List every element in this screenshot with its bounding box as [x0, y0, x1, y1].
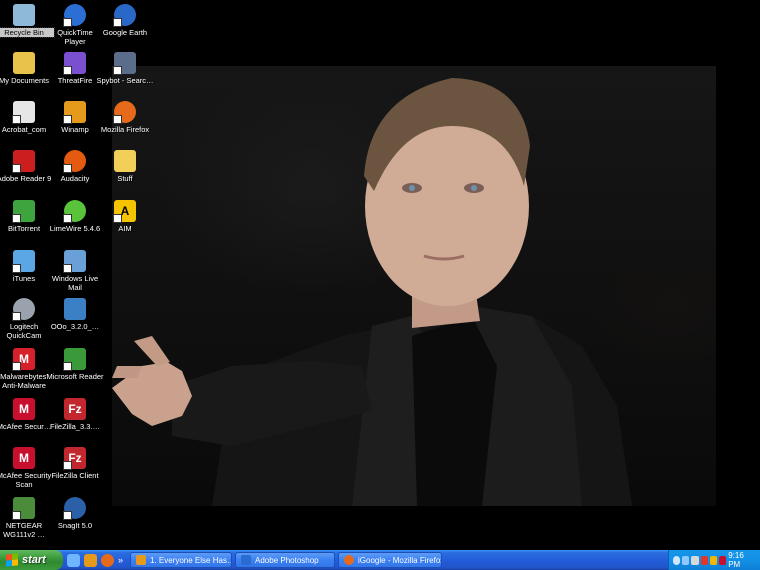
malwarebytes-icon: M: [12, 348, 35, 371]
desktop-icon-snagit[interactable]: SnagIt 5.0: [45, 497, 105, 530]
webcam-icon: [12, 298, 35, 321]
mcafee-icon: M: [13, 398, 35, 420]
audacity-icon: [63, 150, 86, 173]
desktop-icon-label: Stuff: [117, 174, 133, 183]
desktop-icon-label: Mozilla Firefox: [100, 125, 150, 134]
taskbar: start » 1. Everyone Else Has… Adobe Phot…: [0, 550, 760, 570]
taskbar-item-label: Adobe Photoshop: [255, 555, 319, 565]
desktop-icon-stuff-folder[interactable]: Stuff: [95, 150, 155, 183]
quick-launch-more-button[interactable]: »: [118, 555, 123, 565]
start-label: start: [22, 554, 46, 566]
winamp-icon[interactable]: [84, 553, 97, 567]
spybot-icon: [113, 52, 136, 75]
firefox-icon[interactable]: [101, 553, 114, 567]
desktop-icon-filezilla-installer[interactable]: Fz FileZilla_3.3.…: [45, 398, 105, 431]
desktop-icon-label: Windows Live Mail: [51, 274, 99, 292]
snagit-icon: [63, 497, 86, 520]
desktop-icon-google-earth[interactable]: Google Earth: [95, 4, 155, 37]
desktop-icon-label: AIM: [118, 224, 132, 233]
recycle-bin-icon: [13, 4, 35, 26]
mcafee-tray-icon[interactable]: [719, 555, 727, 565]
security-icon[interactable]: [700, 555, 708, 565]
acrobat-com-icon: [12, 101, 35, 124]
bittorrent-icon: [12, 200, 35, 223]
clock[interactable]: 9:16 PM: [728, 551, 752, 569]
desktop-icon-ooo-installer[interactable]: OOo_3.2.0_…: [45, 298, 105, 331]
desktop-icon-aim[interactable]: A AIM: [95, 200, 155, 233]
filezilla-installer-icon: Fz: [64, 398, 86, 420]
microsoft-reader-icon: [63, 348, 86, 371]
netgear-wireless-icon: [12, 497, 35, 520]
desktop-icon-mozilla-firefox[interactable]: Mozilla Firefox: [95, 101, 155, 134]
windows-flag-icon: [6, 553, 18, 567]
quick-launch-bar: »: [63, 550, 127, 570]
quicktime-icon: [63, 4, 86, 27]
wallpaper-figure: [112, 78, 632, 506]
start-button[interactable]: start: [0, 550, 63, 570]
taskbar-item-label: 1. Everyone Else Has…: [150, 555, 233, 565]
photoshop-icon: [241, 555, 252, 565]
limewire-icon: [63, 200, 86, 223]
desktop-icon-label: FileZilla Client: [51, 471, 99, 480]
desktop-icon-label: Google Earth: [102, 28, 148, 37]
desktop-icon-label: Microsoft Reader: [46, 372, 104, 381]
threatfire-icon: [63, 52, 86, 75]
expand-tray-icon[interactable]: [673, 555, 681, 565]
winamp-icon: [136, 555, 147, 565]
aim-icon: A: [113, 200, 136, 223]
adobe-reader-icon: [12, 150, 35, 173]
desktop-icon-filezilla-client[interactable]: Fz FileZilla Client: [45, 447, 105, 480]
taskbar-item-photoshop[interactable]: Adobe Photoshop: [235, 552, 336, 568]
updates-icon[interactable]: [709, 555, 718, 565]
desktop-icon-label: Spybot - Searc…: [96, 76, 154, 85]
taskbar-item-label: iGoogle - Mozilla Firefox: [358, 555, 443, 565]
show-desktop-icon[interactable]: [67, 553, 80, 567]
folder-icon: [114, 150, 136, 172]
desktop[interactable]: Recycle Bin My Documents Acrobat_com Ado…: [0, 0, 760, 550]
taskbar-item-firefox[interactable]: iGoogle - Mozilla Firefox: [338, 552, 443, 568]
desktop-icon-label: SnagIt 5.0: [57, 521, 93, 530]
firefox-icon: [113, 101, 136, 124]
firefox-icon: [344, 555, 355, 565]
desktop-icon-microsoft-reader[interactable]: Microsoft Reader: [45, 348, 105, 381]
desktop-icon-label: OOo_3.2.0_…: [50, 322, 100, 331]
live-mail-icon: [63, 250, 86, 273]
winamp-icon: [63, 101, 86, 124]
itunes-icon: [12, 250, 35, 273]
desktop-icon-windows-live-mail[interactable]: Windows Live Mail: [45, 250, 105, 292]
openoffice-installer-icon: [64, 298, 86, 320]
volume-icon[interactable]: [691, 555, 699, 565]
network-icon[interactable]: [682, 555, 690, 565]
google-earth-icon: [113, 4, 136, 27]
desktop-icon-spybot[interactable]: Spybot - Searc…: [95, 52, 155, 85]
wallpaper-photo: [112, 66, 716, 506]
desktop-icon-label: FileZilla_3.3.…: [49, 422, 101, 431]
system-tray: 9:16 PM: [668, 550, 760, 570]
mcafee-scan-icon: M: [13, 447, 35, 469]
documents-folder-icon: [13, 52, 35, 74]
filezilla-icon: Fz: [63, 447, 86, 470]
taskbar-item-winamp[interactable]: 1. Everyone Else Has…: [130, 552, 233, 568]
